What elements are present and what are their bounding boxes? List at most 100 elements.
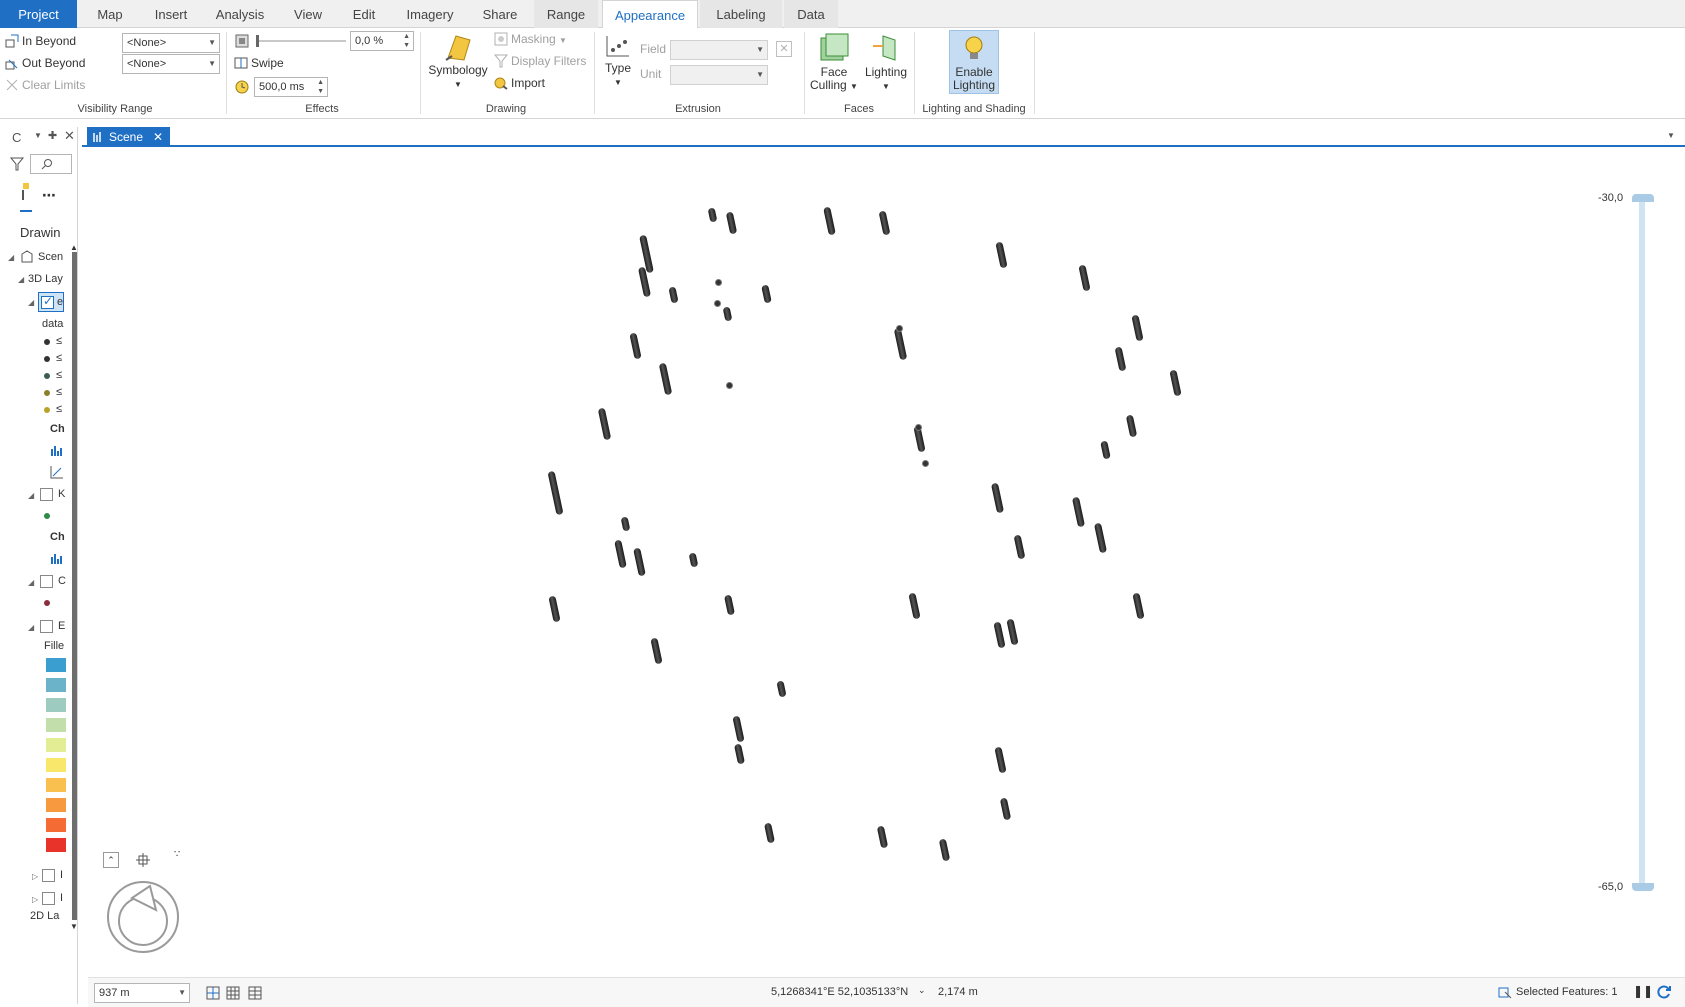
collapse-icon[interactable]: ◢: [28, 298, 34, 307]
borehole-feature[interactable]: [629, 332, 642, 360]
import-button[interactable]: Import: [494, 76, 545, 90]
pin-icon[interactable]: ✚: [48, 129, 57, 142]
extrusion-unit-select[interactable]: ▼: [670, 65, 768, 85]
point-feature[interactable]: [714, 300, 721, 307]
borehole-feature[interactable]: [776, 680, 787, 698]
borehole-feature[interactable]: [723, 594, 736, 616]
point-feature[interactable]: [726, 382, 733, 389]
borehole-feature[interactable]: [733, 743, 746, 765]
in-beyond-button[interactable]: In Beyond: [5, 34, 76, 48]
borehole-feature[interactable]: [876, 825, 889, 849]
layer-visibility-checkbox[interactable]: [40, 575, 53, 588]
tab-analysis[interactable]: Analysis: [204, 0, 276, 28]
bar-chart-icon[interactable]: [50, 551, 64, 565]
collapse-icon[interactable]: ◢: [28, 491, 34, 500]
tree-item-2d-layers[interactable]: 2D La: [30, 910, 59, 922]
bar-chart-icon[interactable]: [50, 443, 64, 457]
borehole-feature[interactable]: [547, 470, 564, 516]
tree-item-3d-layers[interactable]: 3D Lay: [28, 273, 63, 285]
borehole-feature[interactable]: [908, 592, 921, 620]
borehole-feature[interactable]: [597, 407, 612, 441]
tab-insert[interactable]: Insert: [142, 0, 200, 28]
borehole-feature[interactable]: [725, 211, 738, 235]
borehole-feature[interactable]: [994, 746, 1007, 774]
chevron-down-icon[interactable]: ▼: [34, 131, 42, 140]
borehole-feature[interactable]: [1093, 522, 1108, 554]
point-feature[interactable]: [922, 460, 929, 467]
borehole-feature[interactable]: [688, 552, 699, 568]
pause-drawing-button[interactable]: ❚❚: [1633, 984, 1653, 998]
borehole-feature[interactable]: [1114, 346, 1127, 372]
borehole-feature[interactable]: [893, 327, 908, 361]
borehole-feature[interactable]: [823, 206, 836, 236]
borehole-feature[interactable]: [878, 210, 891, 236]
chevron-down-icon[interactable]: ▼: [1667, 131, 1675, 140]
scene-view[interactable]: -30,0 -65,0 ⌃ ∵: [88, 147, 1685, 977]
symbology-button[interactable]: Symbology ▼: [426, 32, 490, 89]
scroll-down-icon[interactable]: ▼: [70, 922, 77, 931]
display-filters-button[interactable]: Display Filters: [494, 54, 586, 68]
tab-map[interactable]: Map: [80, 0, 140, 28]
borehole-feature[interactable]: [1125, 414, 1138, 438]
borehole-feature[interactable]: [548, 595, 561, 623]
scale-select[interactable]: 937 m ▼: [94, 983, 190, 1003]
lighting-button[interactable]: Lighting ▼: [860, 32, 912, 94]
borehole-feature[interactable]: [633, 547, 646, 577]
borehole-feature[interactable]: [707, 207, 718, 223]
grid-icon[interactable]: [226, 986, 240, 1000]
tab-view[interactable]: View: [280, 0, 336, 28]
borehole-feature[interactable]: [620, 516, 631, 532]
out-beyond-button[interactable]: Out Beyond: [5, 56, 85, 70]
scroll-up-icon[interactable]: ▲: [70, 243, 77, 252]
borehole-feature[interactable]: [650, 637, 663, 665]
flicker-input[interactable]: 500,0 ms ▲ ▼: [254, 77, 328, 97]
borehole-feature[interactable]: [995, 241, 1008, 269]
collapse-icon[interactable]: ◢: [18, 275, 24, 284]
selected-layer-row[interactable]: ✓ e: [38, 292, 64, 312]
out-beyond-select[interactable]: <None> ▼: [122, 54, 220, 74]
navigator-options-icon[interactable]: ∵: [174, 849, 180, 860]
tab-scene[interactable]: Scene ✕: [87, 127, 170, 147]
tab-imagery[interactable]: Imagery: [394, 0, 466, 28]
table-icon[interactable]: [248, 986, 262, 1000]
layer-visibility-checkbox[interactable]: [42, 869, 55, 882]
tab-share[interactable]: Share: [470, 0, 530, 28]
layer-visibility-checkbox[interactable]: ✓: [41, 294, 54, 309]
snapping-icon[interactable]: [206, 986, 220, 1000]
borehole-feature[interactable]: [1078, 264, 1091, 292]
borehole-feature[interactable]: [763, 822, 776, 844]
slider-thumb[interactable]: [256, 35, 259, 47]
collapse-icon[interactable]: ◢: [8, 253, 14, 262]
borehole-feature[interactable]: [990, 482, 1005, 514]
expand-icon[interactable]: ▷: [32, 872, 38, 881]
borehole-feature[interactable]: [1132, 592, 1145, 620]
collapse-icon[interactable]: ◢: [28, 623, 34, 632]
elevation-slider-bottom-handle[interactable]: [1632, 883, 1654, 891]
elevation-range-slider[interactable]: [1639, 197, 1645, 887]
tab-data[interactable]: Data: [784, 0, 838, 28]
tab-edit[interactable]: Edit: [338, 0, 390, 28]
borehole-feature[interactable]: [732, 715, 745, 743]
elevation-slider-top-handle[interactable]: [1632, 194, 1654, 202]
chevron-down-icon[interactable]: ⌄: [918, 985, 926, 996]
clear-limits-button[interactable]: Clear Limits: [5, 78, 85, 92]
filter-icon[interactable]: [10, 157, 24, 171]
collapse-icon[interactable]: ◢: [28, 578, 34, 587]
full-extent-icon[interactable]: [135, 852, 151, 868]
close-icon[interactable]: ✕: [64, 128, 75, 144]
borehole-feature[interactable]: [1006, 618, 1019, 646]
point-feature[interactable]: [896, 325, 903, 332]
extrusion-field-select[interactable]: ▼: [670, 40, 768, 60]
close-icon[interactable]: ✕: [153, 127, 163, 147]
borehole-feature[interactable]: [1100, 440, 1111, 460]
enable-lighting-button[interactable]: Enable Lighting: [949, 30, 999, 94]
refresh-icon[interactable]: [1656, 984, 1672, 1000]
spinner-icon[interactable]: ▲ ▼: [403, 32, 410, 50]
navigator-compass[interactable]: [106, 880, 180, 954]
point-feature[interactable]: [715, 279, 722, 286]
transparency-slider[interactable]: [256, 35, 346, 47]
tab-project[interactable]: Project: [0, 0, 77, 28]
layer-visibility-checkbox[interactable]: [40, 620, 53, 633]
tab-labeling[interactable]: Labeling: [700, 0, 782, 28]
borehole-feature[interactable]: [1131, 314, 1144, 342]
